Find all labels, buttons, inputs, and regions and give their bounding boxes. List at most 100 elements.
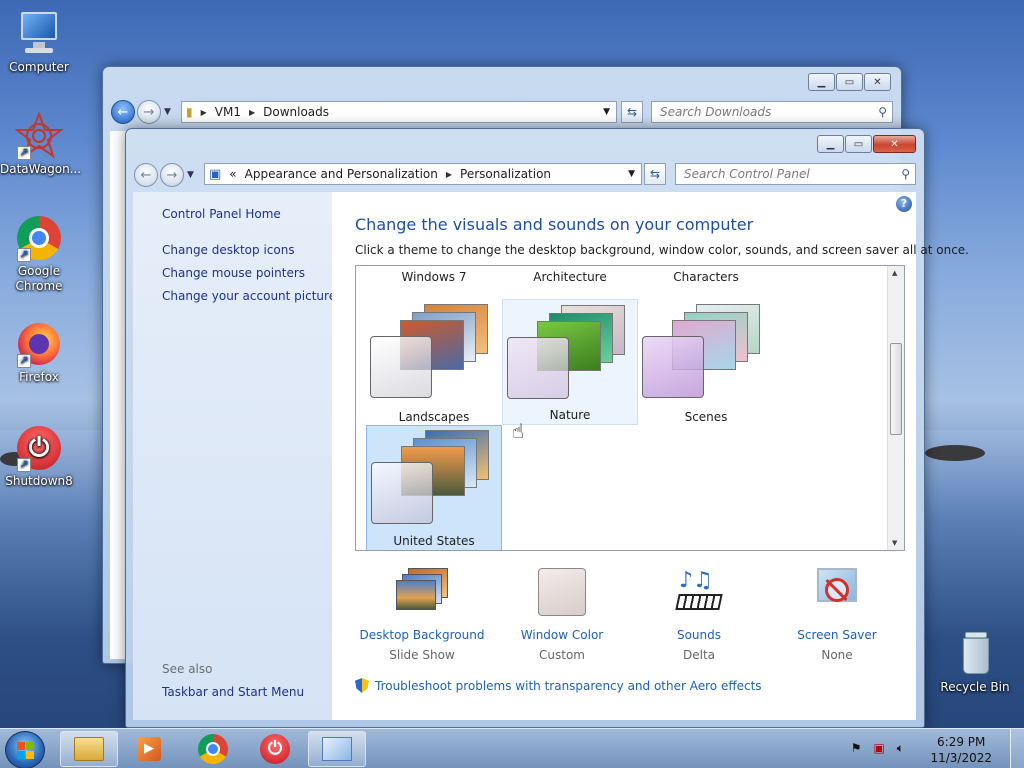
search-downloads-input[interactable]: Search Downloads ⚲ xyxy=(651,101,893,123)
window-color-value: Custom xyxy=(539,648,585,662)
cp-address-bar[interactable]: ▣ « Appearance and Personalization ▶ Pers… xyxy=(204,163,642,185)
maximize-button[interactable]: ▭ xyxy=(845,135,872,153)
change-mouse-pointers-link[interactable]: Change mouse pointers xyxy=(162,266,305,280)
taskbar-explorer-button[interactable] xyxy=(60,731,118,767)
window-controls: ▁ ▭ ✕ xyxy=(808,73,891,91)
theme-item-characters[interactable]: Characters xyxy=(638,266,774,286)
volume-icon[interactable]: 🔈︎ xyxy=(897,741,904,756)
chrome-icon xyxy=(198,734,228,764)
maximize-button[interactable]: ▭ xyxy=(836,73,863,91)
close-button[interactable]: ✕ xyxy=(864,73,891,91)
recycle-bin-icon xyxy=(951,630,999,678)
theme-gallery-scrollbar[interactable]: ▲ ▼ xyxy=(887,266,904,550)
clock-date: 11/3/2022 xyxy=(930,751,992,765)
scroll-down-icon[interactable]: ▼ xyxy=(892,539,897,547)
breadcrumb-item[interactable]: Downloads xyxy=(263,105,329,119)
chevron-down-icon[interactable]: ▼ xyxy=(603,107,610,117)
desktop-icon-label: Computer xyxy=(9,60,69,74)
breadcrumb-item[interactable]: Personalization xyxy=(460,167,551,181)
window-color-icon xyxy=(536,568,588,618)
search-control-panel-input[interactable]: Search Control Panel ⚲ xyxy=(675,163,916,185)
sounds-setting[interactable]: ♪♫ Sounds Delta xyxy=(629,568,769,662)
theme-item-united-states[interactable]: United States xyxy=(366,425,502,550)
breadcrumb-item[interactable]: Appearance and Personalization xyxy=(245,167,438,181)
show-desktop-button[interactable] xyxy=(1010,729,1024,768)
change-desktop-icons-link[interactable]: Change desktop icons xyxy=(162,243,295,257)
chevron-down-icon[interactable]: ▼ xyxy=(628,169,635,179)
breadcrumb-item[interactable]: VM1 xyxy=(215,105,241,119)
troubleshoot-row[interactable]: Troubleshoot problems with transparency … xyxy=(355,678,762,693)
recent-pages-icon[interactable]: ▼ xyxy=(164,107,171,117)
explorer-nav: ← → ▼ xyxy=(111,99,171,125)
explorer-address-bar[interactable]: ▮ ▶ VM1 ▶ Downloads ▼ xyxy=(181,101,617,123)
desktop-icon-recycle-bin[interactable]: Recycle Bin xyxy=(936,630,1014,695)
desktop-icon-shutdown[interactable]: ⏻ ↗ Shutdown8 xyxy=(0,424,78,489)
taskbar: ▶ ⏻ ⚑ ▣ 🔈︎ 6:29 PM 11/3/2022 xyxy=(0,728,1024,768)
minimize-button[interactable]: ▁ xyxy=(808,73,835,91)
control-panel-icon: ▣ xyxy=(209,166,222,182)
cp-nav: ← → ▼ xyxy=(134,162,194,188)
window-color-setting[interactable]: Window Color Custom xyxy=(492,568,632,662)
desktop-background-icon xyxy=(396,568,448,618)
theme-label: Windows 7 xyxy=(401,270,467,284)
taskbar-shutdown-button[interactable]: ⏻ xyxy=(246,731,304,767)
desktop-icon-chrome[interactable]: ↗ Google Chrome xyxy=(0,214,78,294)
cp-main: ? Change the visuals and sounds on your … xyxy=(332,192,969,720)
minimize-button[interactable]: ▁ xyxy=(817,135,844,153)
action-center-icon[interactable]: ⚑ xyxy=(851,741,862,756)
refresh-icon[interactable]: ⇆ xyxy=(644,163,666,185)
network-icon[interactable]: ▣ xyxy=(873,741,884,756)
refresh-icon[interactable]: ⇆ xyxy=(621,101,643,123)
change-account-picture-link[interactable]: Change your account picture xyxy=(162,289,336,303)
theme-item-landscapes[interactable]: Landscapes xyxy=(366,300,502,426)
control-panel-home-link[interactable]: Control Panel Home xyxy=(162,207,281,221)
screen-saver-link[interactable]: Screen Saver xyxy=(767,628,907,642)
theme-gallery[interactable]: Windows 7 Architecture Characters Landsc… xyxy=(355,265,905,551)
taskbar-start-menu-link[interactable]: Taskbar and Start Menu xyxy=(162,685,304,699)
theme-label: Architecture xyxy=(533,270,607,284)
window-color-link[interactable]: Window Color xyxy=(492,628,632,642)
chrome-icon: ↗ xyxy=(15,214,63,262)
forward-arrow-icon[interactable]: → xyxy=(137,100,161,124)
breadcrumb-overflow[interactable]: « xyxy=(229,167,236,181)
theme-item-nature[interactable]: Nature xyxy=(502,299,638,425)
desktop-background-setting[interactable]: Desktop Background Slide Show xyxy=(352,568,492,662)
power-icon: ⏻ xyxy=(260,734,290,764)
desktop-icon-computer[interactable]: Computer xyxy=(0,10,78,75)
theme-label: Scenes xyxy=(684,410,728,424)
theme-item-architecture[interactable]: Architecture xyxy=(502,266,638,286)
taskbar-control-panel-button[interactable] xyxy=(308,731,366,767)
theme-item-windows-7[interactable]: Windows 7 xyxy=(366,266,502,286)
sounds-link[interactable]: Sounds xyxy=(629,628,769,642)
taskbar-media-player-button[interactable]: ▶ xyxy=(120,731,178,767)
back-arrow-icon[interactable]: ← xyxy=(134,163,158,187)
taskbar-chrome-button[interactable] xyxy=(184,731,242,767)
desktop-icon-firefox[interactable]: ↗ Firefox xyxy=(0,320,78,385)
troubleshoot-aero-link[interactable]: Troubleshoot problems with transparency … xyxy=(375,679,762,693)
theme-label: Landscapes xyxy=(398,410,470,424)
theme-item-scenes[interactable]: Scenes xyxy=(638,300,774,426)
clock-time: 6:29 PM xyxy=(937,735,986,749)
help-icon[interactable]: ? xyxy=(896,196,912,212)
forward-arrow-icon[interactable]: → xyxy=(160,163,184,187)
folder-icon xyxy=(74,737,104,761)
scroll-up-icon[interactable]: ▲ xyxy=(892,269,897,277)
window-controls: ▁ ▭ ✕ xyxy=(817,135,916,153)
firefox-icon: ↗ xyxy=(15,320,63,368)
sounds-icon: ♪♫ xyxy=(673,568,725,618)
search-icon[interactable]: ⚲ xyxy=(901,167,910,181)
recent-pages-icon[interactable]: ▼ xyxy=(187,170,194,180)
close-button[interactable]: ✕ xyxy=(873,135,916,153)
power-icon: ⏻ ↗ xyxy=(15,424,63,472)
scrollbar-thumb[interactable] xyxy=(890,343,902,435)
desktop-background-link[interactable]: Desktop Background xyxy=(352,628,492,642)
screen-saver-setting[interactable]: Screen Saver None xyxy=(767,568,907,662)
back-arrow-icon[interactable]: ← xyxy=(111,100,135,124)
taskbar-clock[interactable]: 6:29 PM 11/3/2022 xyxy=(930,734,992,766)
control-panel-window[interactable]: ▁ ▭ ✕ ← → ▼ ▣ « Appearance and Personali… xyxy=(125,128,969,728)
desktop-icon-datawagon[interactable]: ↗ DataWagon... xyxy=(0,111,81,177)
start-button[interactable] xyxy=(5,731,45,768)
system-tray: ⚑ ▣ 🔈︎ xyxy=(851,741,904,756)
desktop-icon-label: Firefox xyxy=(19,370,59,384)
search-icon[interactable]: ⚲ xyxy=(878,105,887,119)
